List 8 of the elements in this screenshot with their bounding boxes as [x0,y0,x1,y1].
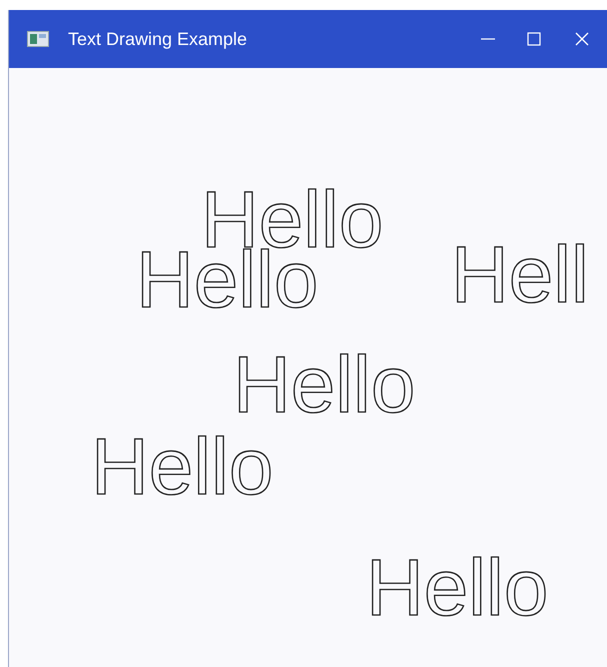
outlined-text: Hello [366,548,548,628]
app-icon [27,31,49,47]
window-title: Text Drawing Example [68,28,248,50]
close-icon [575,32,589,46]
outlined-text: Hello [233,345,416,425]
outlined-text: Hell [451,235,589,315]
maximize-icon [527,32,541,46]
outlined-text: Hello [91,427,274,507]
